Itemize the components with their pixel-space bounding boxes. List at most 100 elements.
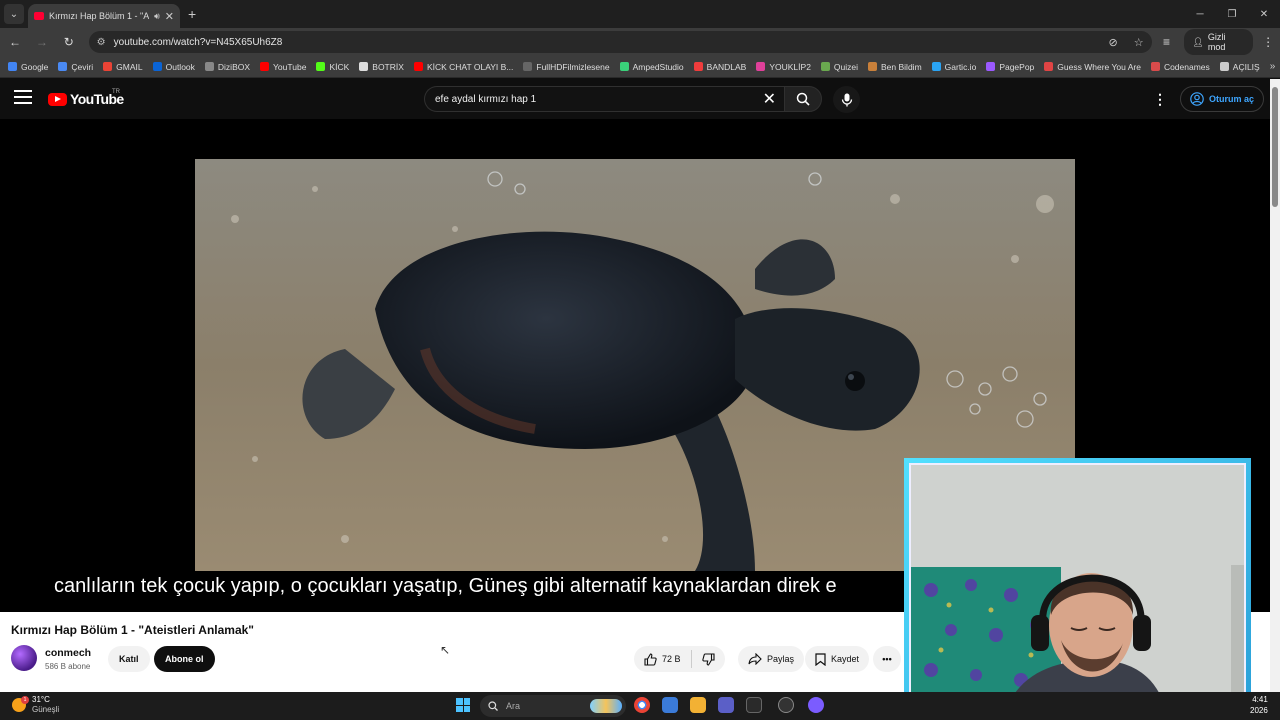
channel-name[interactable]: conmech (45, 647, 91, 659)
incognito-icon: 👤︎ (1192, 36, 1204, 47)
forward-icon[interactable]: → (30, 30, 54, 54)
settings-menu-icon[interactable]: ⋮ (1153, 91, 1167, 108)
weather-widget[interactable]: 1 31°C Güneşli (12, 695, 59, 715)
epic-games-icon[interactable] (746, 697, 762, 713)
share-button[interactable]: Paylaş (738, 646, 805, 672)
bookmark-icon (815, 652, 826, 666)
bookmark-label: Çeviri (71, 61, 94, 72)
bookmark-label: FullHDFilmizlesene (536, 61, 610, 72)
like-button[interactable]: 72 B (634, 646, 691, 672)
bookmark-item[interactable]: Google (8, 62, 48, 72)
join-button[interactable]: Katıl (108, 646, 150, 672)
tab-title: Kırmızı Hap Bölüm 1 - "Ate (49, 11, 150, 21)
bookmark-item[interactable]: Quizei (820, 62, 858, 72)
bookmark-favicon-icon (413, 62, 423, 71)
subscribe-button[interactable]: Abone ol (154, 646, 215, 672)
site-info-icon[interactable]: ⚙ (97, 37, 106, 48)
reload-icon[interactable]: ↻ (57, 30, 81, 54)
bookmark-item[interactable]: FullHDFilmizlesene (523, 61, 610, 72)
weather-condition: Güneşli (32, 705, 60, 714)
minimize-icon[interactable]: ─ (1184, 0, 1216, 28)
share-label: Paylaş (767, 654, 795, 664)
bookmark-item[interactable]: KİCK CHAT OLAYI B... (413, 61, 514, 72)
browser-menu-icon[interactable]: ⋮ (1256, 30, 1280, 54)
channel-avatar[interactable] (11, 645, 37, 671)
mail-app-icon[interactable] (662, 697, 678, 713)
bookmark-item[interactable]: AmpedStudio (619, 62, 684, 72)
voice-search-button[interactable] (833, 86, 860, 113)
url-text[interactable]: youtube.com/watch?v=N45X65Uh6Z8 (114, 37, 1093, 48)
bookmark-favicon-icon (1044, 62, 1054, 71)
omnibox[interactable]: ⚙ youtube.com/watch?v=N45X65Uh6Z8 ⊘ ☆ (88, 31, 1152, 53)
bookmark-star-icon[interactable]: ☆ (1134, 36, 1144, 49)
bookmark-item[interactable]: BOTRİX (359, 62, 404, 72)
bookmark-item[interactable]: YouTube (260, 62, 306, 72)
bookmark-item[interactable]: YOUKLİP2 (756, 62, 811, 72)
bookmark-item[interactable]: AÇILIŞ (1219, 62, 1260, 72)
browser-tab[interactable]: Kırmızı Hap Bölüm 1 - "Ate 🔊︎ ✕ (28, 4, 180, 28)
subscriber-count: 586 B abone (45, 662, 91, 671)
back-icon[interactable]: ← (3, 30, 27, 54)
search-button[interactable] (784, 86, 822, 112)
obs-icon[interactable] (778, 697, 794, 713)
bookmark-favicon-icon (316, 62, 326, 71)
sun-icon: 1 (12, 696, 29, 712)
new-tab-button[interactable]: + (188, 6, 196, 22)
bookmark-item[interactable]: Guess Where You Are (1044, 62, 1141, 72)
bookmark-favicon-icon (58, 62, 68, 71)
windows-start-icon[interactable] (456, 698, 470, 712)
incognito-indicator[interactable]: 👤︎ Gizli mod (1184, 29, 1254, 55)
menu-icon[interactable] (14, 90, 32, 104)
microphone-icon (841, 93, 852, 106)
bookmark-item[interactable]: KİCK (316, 62, 349, 72)
dislike-button[interactable] (692, 646, 725, 672)
more-actions-icon[interactable]: ••• (873, 646, 901, 672)
close-window-icon[interactable]: ✕ (1248, 0, 1280, 28)
close-tab-icon[interactable]: ✕ (165, 10, 174, 23)
window-controls: ─ ❐ ✕ (1184, 0, 1280, 28)
file-explorer-icon[interactable] (690, 697, 706, 713)
temperature: 31°C (32, 695, 50, 704)
search-highlight-icon (590, 699, 622, 713)
youtube-favicon-icon (34, 12, 44, 20)
restore-icon[interactable]: ❐ (1216, 0, 1248, 28)
bookmark-item[interactable]: PagePop (986, 62, 1034, 72)
bookmark-item[interactable]: DiziBOX (204, 62, 250, 72)
tab-search-button[interactable]: ⌄ (4, 4, 24, 24)
search-query[interactable]: efe aydal kırmızı hap 1 (435, 94, 763, 105)
signin-button[interactable]: Oturum aç (1180, 86, 1265, 112)
chrome-icon[interactable] (634, 697, 650, 713)
speaker-icon[interactable]: 🔊︎ (154, 11, 160, 22)
bookmark-item[interactable]: GMAIL (103, 62, 143, 72)
bookmark-label: KİCK CHAT OLAYI B... (426, 61, 514, 72)
mouse-cursor-icon: ↖ (440, 643, 451, 657)
search-input[interactable]: efe aydal kırmızı hap 1 ✕ (424, 86, 786, 112)
system-clock[interactable]: 4:41 2026 (1250, 694, 1268, 716)
bookmark-favicon-icon (820, 62, 830, 71)
like-dislike-group: 72 B (634, 646, 725, 672)
bookmark-item[interactable]: Ben Bildim (868, 62, 922, 72)
bookmark-item[interactable]: BANDLAB (693, 62, 746, 72)
bookmark-item[interactable]: Gartic.io (931, 61, 977, 72)
browser-tab-bar: ⌄ Kırmızı Hap Bölüm 1 - "Ate 🔊︎ ✕ + ─ ❐ … (0, 0, 1280, 28)
teams-icon[interactable] (718, 697, 734, 713)
bookmark-favicon-icon (8, 62, 17, 71)
bookmark-label: Google (21, 61, 49, 72)
taskbar-search[interactable]: Ara (480, 695, 626, 717)
bookmark-label: YOUKLİP2 (769, 61, 811, 72)
thumbs-up-icon (644, 652, 657, 666)
bookmark-item[interactable]: Outlook (152, 62, 195, 72)
clear-search-icon[interactable]: ✕ (763, 89, 776, 109)
bookmark-label: Gartic.io (944, 61, 977, 72)
folder-icon (1219, 62, 1229, 71)
save-button[interactable]: Kaydet (805, 646, 870, 672)
streaming-app-icon[interactable] (808, 697, 824, 713)
scrollbar-thumb[interactable] (1272, 87, 1278, 207)
bookmark-item[interactable]: Codenames (1150, 62, 1210, 72)
bookmark-label: YouTube (273, 61, 307, 72)
eye-off-icon[interactable]: ⊘ (1108, 36, 1117, 49)
more-bookmarks-icon[interactable]: » (1270, 61, 1276, 72)
media-controls-icon[interactable]: ≡ (1155, 30, 1179, 54)
bookmark-item[interactable]: Çeviri (58, 62, 93, 72)
page-scrollbar[interactable] (1270, 79, 1280, 692)
